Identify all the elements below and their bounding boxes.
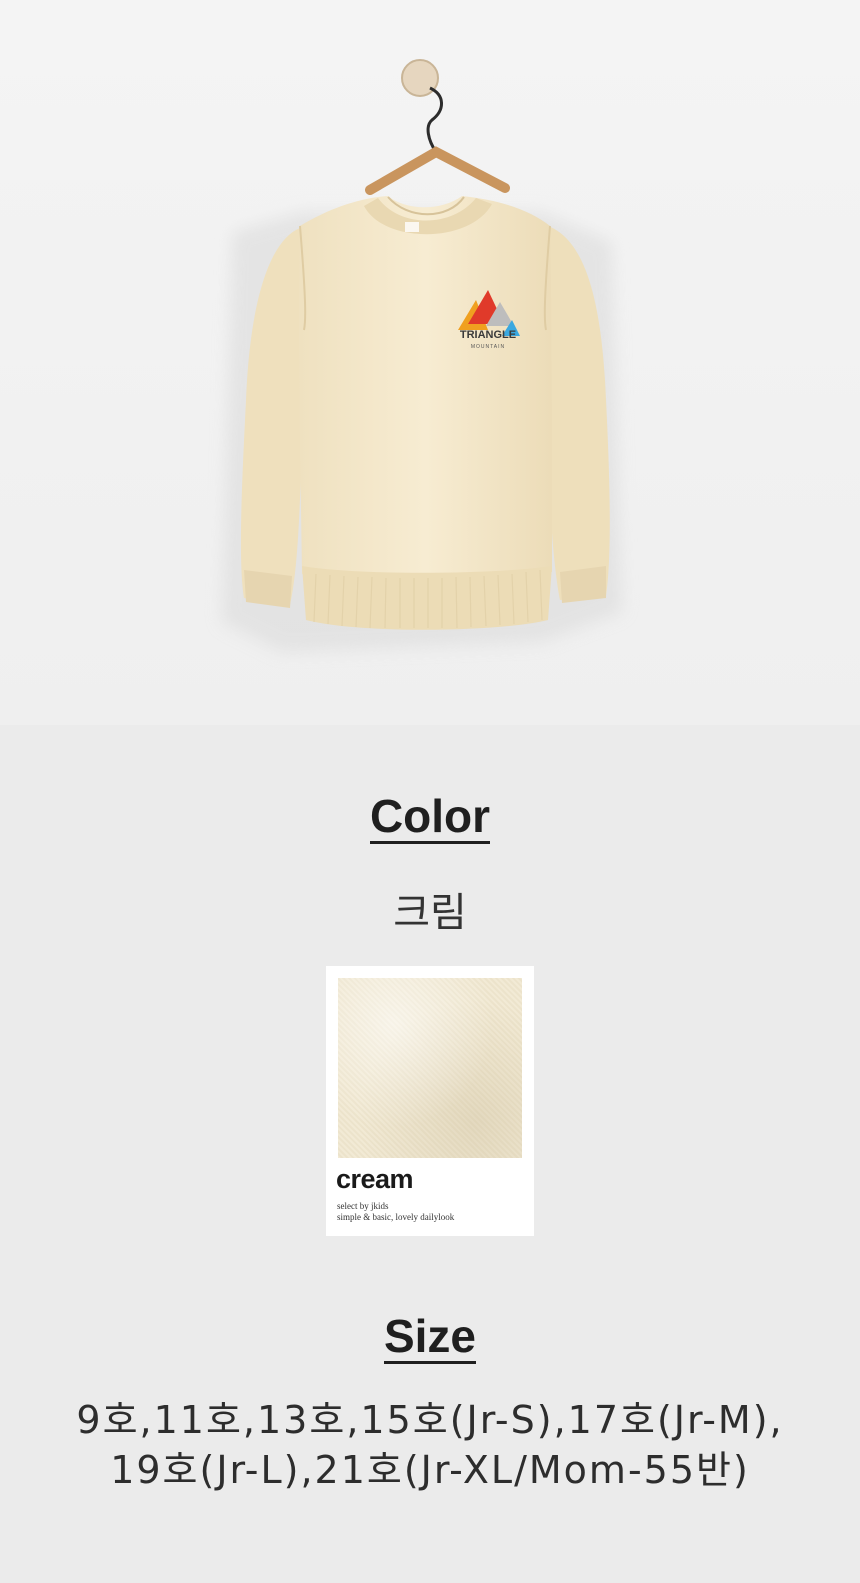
color-name: 크림 [393, 890, 467, 936]
swatch-label: cream [336, 1164, 414, 1194]
swatch-subtext-line1: select by jkids [337, 1201, 389, 1211]
size-options-line2: 19호(Jr-L),21호(Jr-XL/Mom-55반) [110, 1448, 750, 1492]
hanger-icon [365, 59, 510, 195]
product-info: Color 크림 cream select by jkids simple & … [0, 725, 860, 1583]
size-options-line1: 9호,11호,13호,15호(Jr-S),17호(Jr-M), [76, 1398, 784, 1442]
logo-text-main: TRIANGLE [460, 329, 516, 341]
sweatshirt-illustration: TRIANGLE MOUNTAIN [222, 59, 622, 652]
size-options: 9호,11호,13호,15호(Jr-S),17호(Jr-M), 19호(Jr-L… [0, 1395, 860, 1495]
fabric-swatch-image [338, 978, 522, 1158]
size-heading: Size [383, 1310, 477, 1364]
swatch-subtext-line2: simple & basic, lovely dailylook [337, 1212, 455, 1222]
swatch-subtext: select by jkids simple & basic, lovely d… [337, 1201, 454, 1223]
product-photo: TRIANGLE MOUNTAIN [0, 0, 860, 725]
color-swatch-card: cream select by jkids simple & basic, lo… [326, 966, 534, 1236]
color-heading: Color [369, 790, 491, 844]
logo-text-sub: MOUNTAIN [471, 344, 505, 350]
